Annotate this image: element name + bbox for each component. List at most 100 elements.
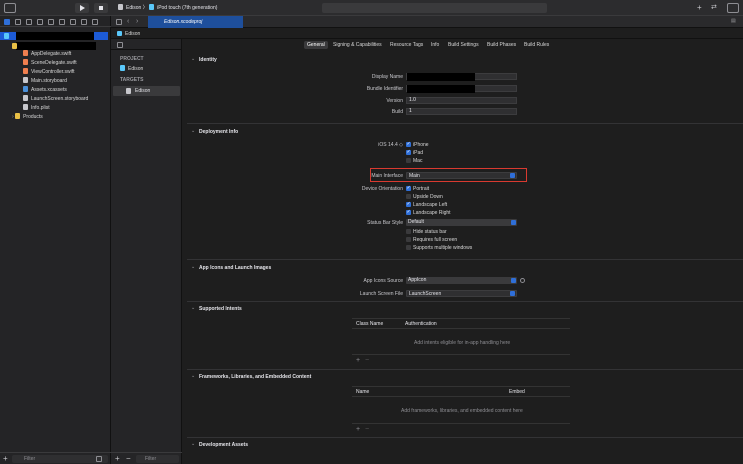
navigator-filter-input[interactable]: Filter [12, 455, 108, 463]
divider [187, 123, 743, 124]
chevron-down-icon[interactable] [510, 291, 515, 296]
build-label: Build [391, 109, 403, 115]
status-bar-popup[interactable]: Default [406, 219, 517, 226]
report-icon[interactable] [92, 19, 98, 25]
tab-resource-tags[interactable]: Resource Tags [390, 42, 423, 48]
landscape-right-checkbox[interactable] [406, 209, 411, 215]
folder-icon [15, 113, 21, 119]
tab-general[interactable]: General [304, 41, 328, 49]
remove-intent-icon[interactable]: − [365, 357, 369, 364]
add-file-icon[interactable]: + [3, 454, 8, 463]
inspector-toggle-icon[interactable] [727, 3, 739, 13]
tab-build-rules[interactable]: Build Rules [524, 42, 549, 48]
storyboard-file-icon [23, 95, 28, 101]
collapse-app-icons-icon[interactable]: ⌄ [191, 264, 195, 270]
add-target-icon[interactable]: + [115, 454, 120, 463]
project-icon [117, 31, 122, 36]
iphone-checkbox[interactable] [406, 141, 411, 147]
forward-icon[interactable]: › [136, 18, 138, 25]
ipad-checkbox[interactable] [406, 149, 411, 155]
frameworks-table: Name Embed Add frameworks, libraries, an… [352, 386, 570, 434]
icons-source-popup[interactable]: AppIcon [406, 277, 517, 284]
collapse-identity-icon[interactable]: ⌄ [191, 56, 195, 62]
hide-panel-icon[interactable] [117, 42, 123, 48]
source-control-icon[interactable] [15, 19, 21, 25]
launch-file-label: Launch Screen File [359, 291, 403, 297]
tab-build-phases[interactable]: Build Phases [487, 42, 516, 48]
add-intent-icon[interactable]: + [356, 357, 360, 364]
breakpoint-icon[interactable] [81, 19, 87, 25]
file-item[interactable]: LaunchScreen.storyboard [23, 95, 88, 103]
upside-down-checkbox[interactable] [406, 194, 411, 199]
collapse-frameworks-icon[interactable]: ⌄ [191, 373, 195, 379]
column-header: Name [356, 389, 370, 395]
file-item[interactable]: AppDelegate.swift [23, 50, 71, 58]
divider [352, 354, 570, 355]
intents-section-title: Supported Intents [199, 306, 242, 312]
tab-info[interactable]: Info [431, 42, 439, 48]
column-header: Authentication [405, 321, 437, 327]
file-item[interactable]: Main.storyboard [23, 77, 67, 85]
add-icon[interactable]: + [697, 3, 702, 12]
bundle-id-field[interactable] [406, 85, 517, 93]
divider [352, 396, 570, 397]
activity-viewer [322, 3, 547, 13]
remove-target-icon[interactable]: − [126, 454, 131, 463]
swift-file-icon [23, 59, 28, 65]
file-item[interactable]: ViewController.swift [23, 68, 75, 76]
requires-full-screen-checkbox[interactable] [406, 237, 411, 242]
project-item[interactable]: Edison [120, 65, 143, 72]
search-icon[interactable] [37, 19, 43, 25]
split-editor-icon[interactable]: ▤ [731, 18, 736, 24]
app-target-icon [126, 88, 131, 94]
landscape-left-checkbox[interactable] [406, 201, 411, 207]
frameworks-section-title: Frameworks, Libraries, and Embedded Cont… [199, 374, 312, 380]
ios-version-selector[interactable]: iOS 14.4 ◇ [283, 142, 403, 148]
scheme-selector[interactable]: Edison 〉 iPod touch (7th generation) [118, 4, 217, 11]
mac-checkbox[interactable] [406, 158, 411, 163]
stop-button[interactable] [94, 3, 108, 13]
chevron-down-icon[interactable] [510, 173, 515, 178]
group-name-redacted [16, 42, 96, 50]
portrait-checkbox[interactable] [406, 185, 411, 191]
test-icon[interactable] [59, 19, 65, 25]
back-icon[interactable]: ‹ [127, 18, 129, 25]
targets-filter-input[interactable]: Filter [136, 455, 179, 463]
file-item[interactable]: Assets.xcassets [23, 86, 67, 94]
issue-icon[interactable] [48, 19, 54, 25]
version-label: Version [386, 98, 403, 104]
grid-icon[interactable] [116, 19, 122, 25]
version-field[interactable]: 1.0 [406, 97, 517, 104]
file-item[interactable]: Info.plist [23, 104, 50, 112]
orientation-label: Device Orientation [361, 186, 403, 192]
empty-message: Add intents eligible for in-app handling… [414, 340, 511, 346]
multiple-windows-checkbox[interactable] [406, 245, 411, 250]
code-review-icon[interactable]: ⇄ [711, 3, 717, 11]
collapse-deployment-icon[interactable]: ⌄ [191, 128, 195, 134]
tab-build-settings[interactable]: Build Settings [448, 42, 479, 48]
main-interface-combo[interactable]: Main [406, 172, 517, 179]
remove-framework-icon[interactable]: − [365, 426, 369, 433]
hide-status-bar-checkbox[interactable] [406, 229, 411, 234]
collapse-dev-assets-icon[interactable]: ⌄ [191, 441, 195, 447]
target-item-selected[interactable]: Edison [113, 86, 180, 96]
tab-project-file[interactable]: Edison.xcodeproj [148, 16, 243, 28]
recent-files-icon[interactable] [96, 456, 102, 462]
build-field[interactable]: 1 [406, 108, 517, 115]
tab-signing[interactable]: Signing & Capabilities [333, 42, 382, 48]
collapse-intents-icon[interactable]: ⌄ [191, 305, 195, 311]
debug-icon[interactable] [70, 19, 76, 25]
storyboard-file-icon [23, 77, 28, 83]
go-to-asset-icon[interactable] [520, 278, 525, 283]
add-framework-icon[interactable]: + [356, 426, 360, 433]
sidebar-toggle-icon[interactable] [4, 3, 16, 13]
products-group[interactable]: › Products [12, 113, 43, 121]
run-button[interactable] [75, 3, 89, 13]
app-icon [118, 4, 123, 10]
symbol-icon[interactable] [26, 19, 32, 25]
launch-file-combo[interactable]: LaunchScreen [406, 290, 517, 297]
display-name-field[interactable] [406, 73, 517, 81]
folder-icon[interactable] [4, 19, 10, 25]
project-row-selected[interactable] [0, 32, 108, 40]
file-item[interactable]: SceneDelegate.swift [23, 59, 77, 67]
